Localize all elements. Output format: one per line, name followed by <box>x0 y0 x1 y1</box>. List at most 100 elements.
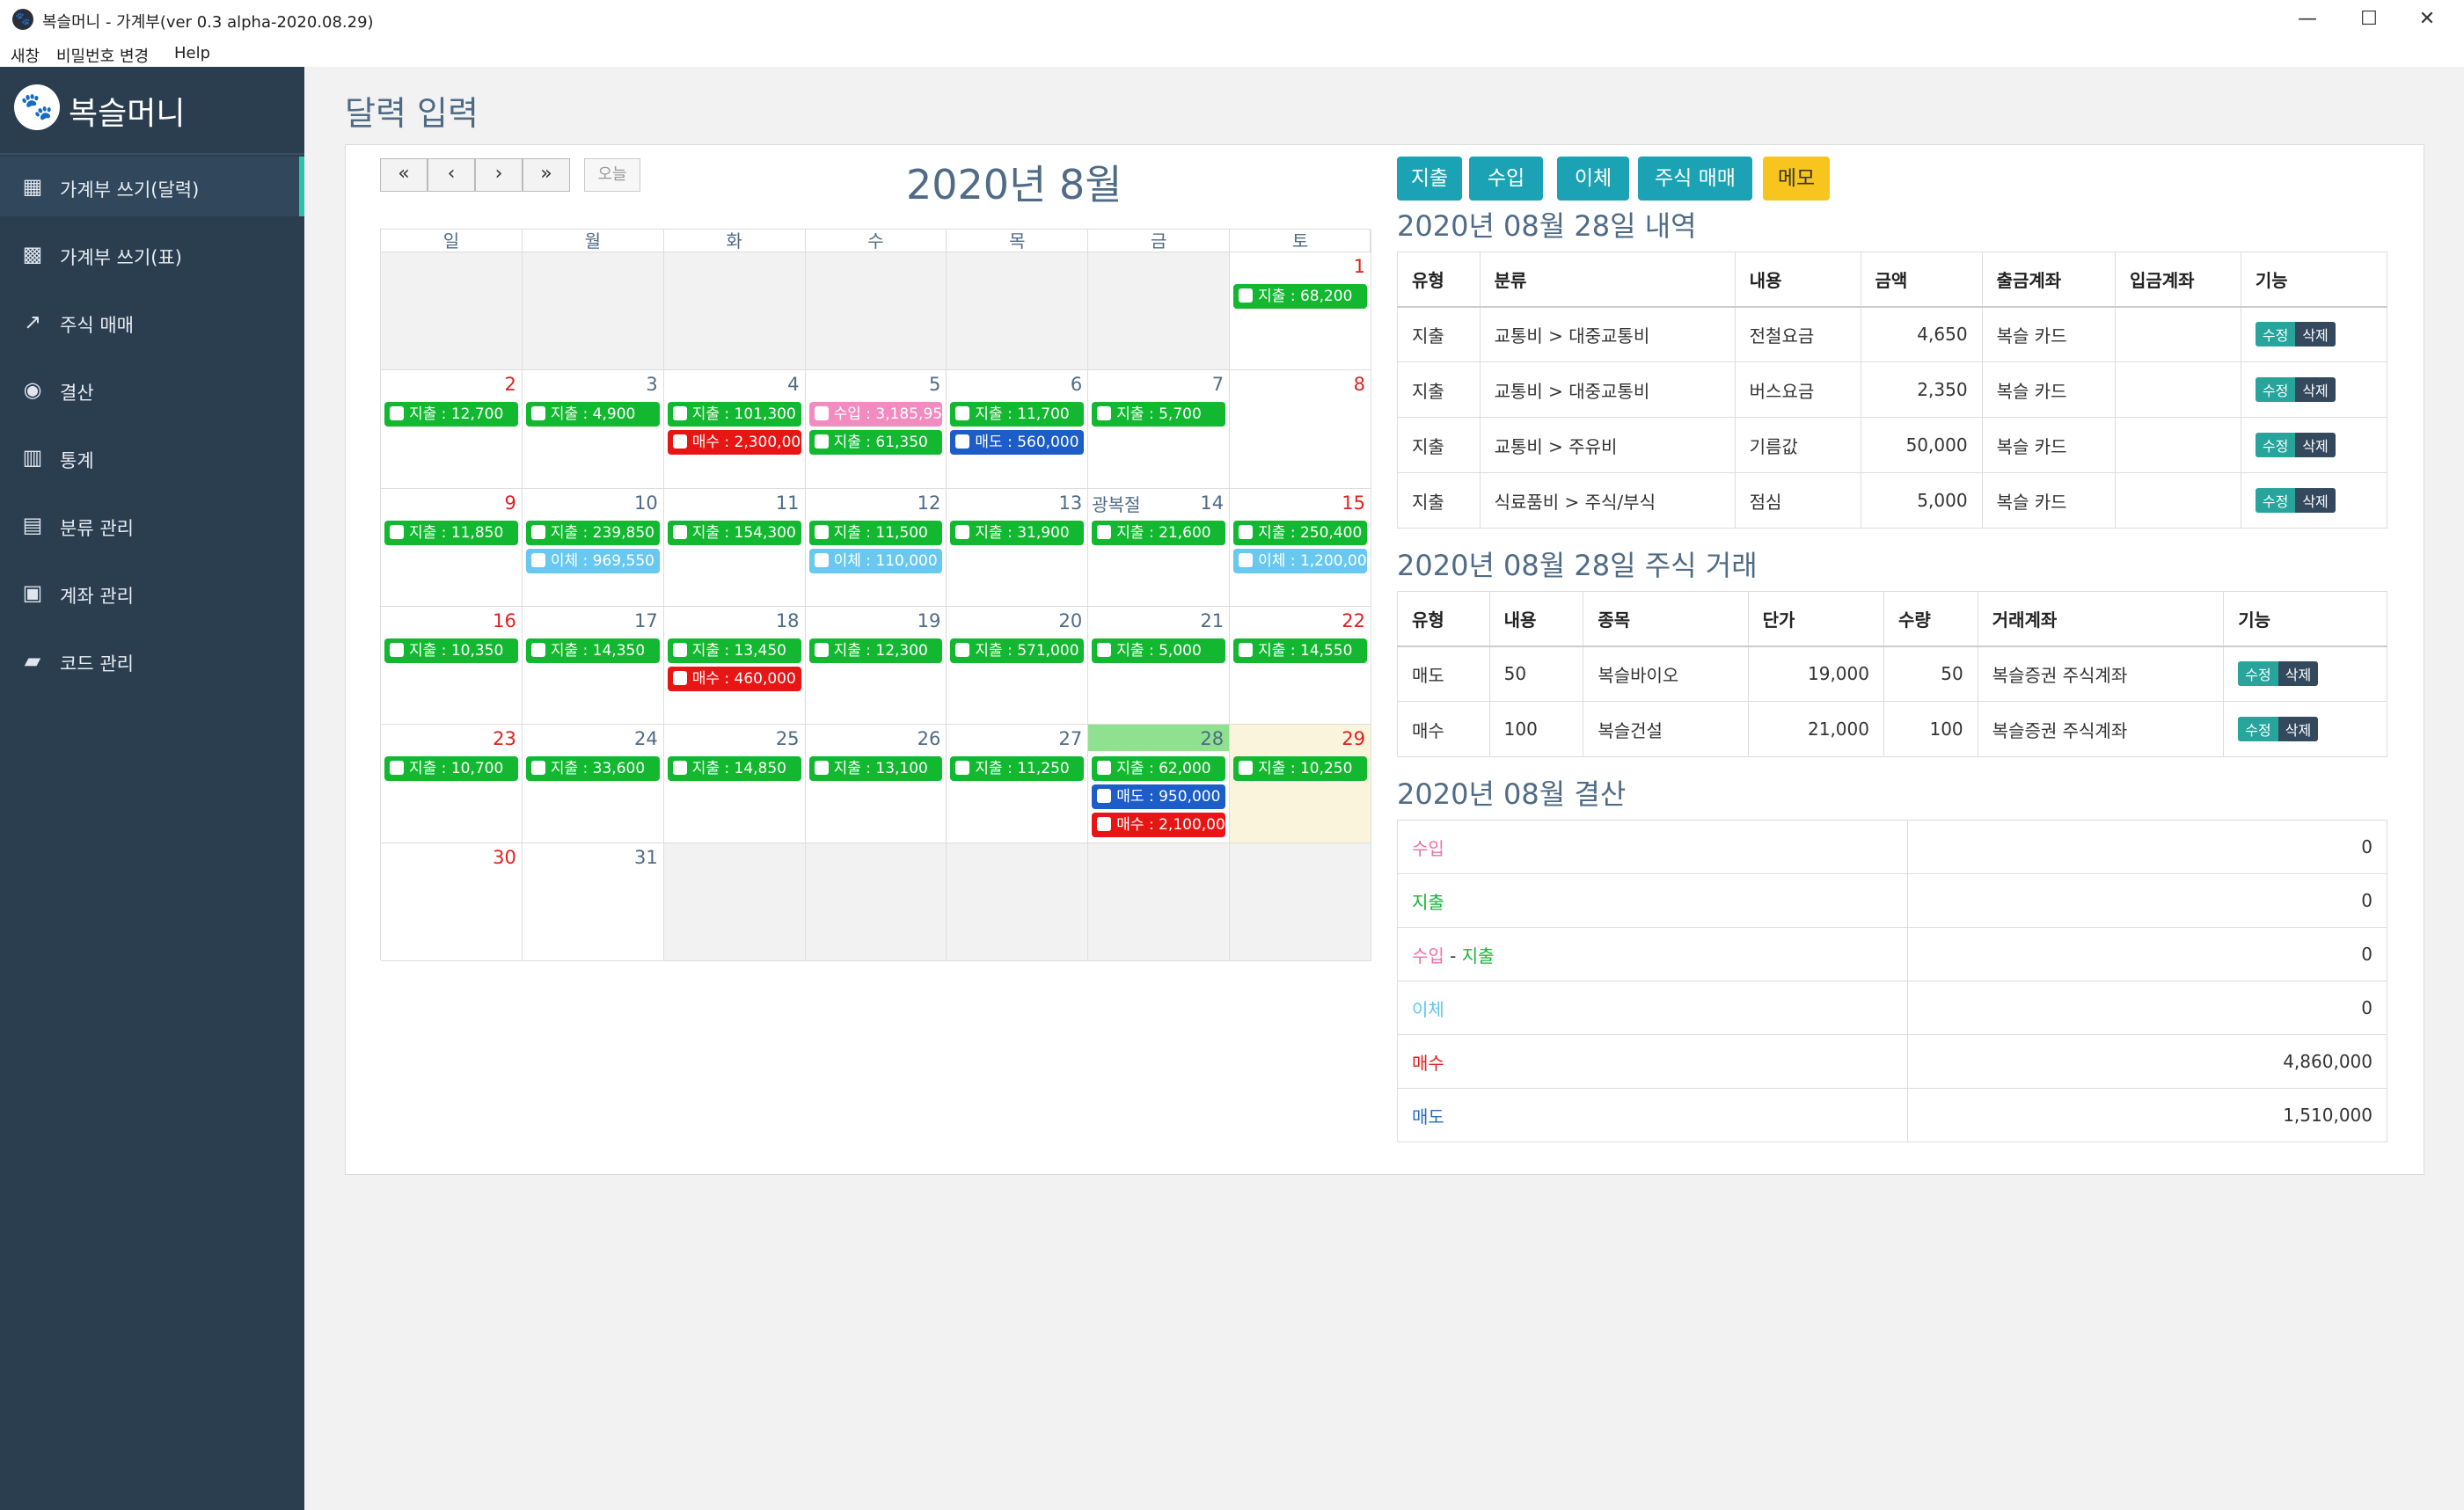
calendar-day-24[interactable]: 24 지출 : 33,600 <box>522 725 664 843</box>
delete-button[interactable]: 삭제 <box>2295 488 2336 513</box>
next-year-button[interactable]: » <box>523 158 570 192</box>
edit-button[interactable]: 수정 <box>2255 322 2296 347</box>
calendar-day-25[interactable]: 25 지출 : 14,850 <box>663 725 806 843</box>
calendar-day-31[interactable]: 31 <box>522 843 664 961</box>
event-expense[interactable]: 지출 : 10,700 <box>384 756 518 782</box>
menu-new-window[interactable]: 새창 <box>11 44 40 67</box>
calendar-day-16[interactable]: 16 지출 : 10,350 <box>381 607 523 726</box>
type-button-2[interactable]: 수입 <box>1469 157 1543 201</box>
calendar-day-18[interactable]: 18 지출 : 13,450 매수 : 460,000 <box>663 607 806 726</box>
calendar-day-6[interactable]: 6 지출 : 11,700 매도 : 560,000 <box>947 370 1089 489</box>
calendar-day-30[interactable]: 30 <box>381 843 523 961</box>
event-expense[interactable]: 지출 : 68,200 <box>1233 284 1367 309</box>
calendar-day-3[interactable]: 3 지출 : 4,900 <box>522 370 664 489</box>
event-income[interactable]: 수입 : 3,185,950 <box>808 402 943 427</box>
calendar-day-7[interactable]: 7 지출 : 5,700 <box>1088 370 1231 489</box>
edit-button[interactable]: 수정 <box>2238 717 2278 741</box>
type-button-5[interactable]: 메모 <box>1763 157 1830 201</box>
delete-button[interactable]: 삭제 <box>2278 717 2319 741</box>
table-row[interactable]: 매도 50 복슬바이오 19,000 50 복슬증권 주식계좌 수정 삭제 <box>1397 646 2387 702</box>
event-expense[interactable]: 지출 : 5,000 <box>1092 638 1226 663</box>
event-expense[interactable]: 지출 : 11,850 <box>384 520 518 545</box>
calendar-day-29[interactable]: 29 지출 : 10,250 <box>1230 725 1371 843</box>
event-expense[interactable]: 지출 : 11,500 <box>808 520 943 545</box>
event-transfer[interactable]: 이체 : 969,550 <box>525 548 660 573</box>
menu-change-password[interactable]: 비밀번호 변경 <box>56 44 149 67</box>
calendar-day-13[interactable]: 13 지출 : 31,900 <box>947 488 1089 607</box>
calendar-day-17[interactable]: 17 지출 : 14,350 <box>522 607 664 726</box>
event-sell[interactable]: 매도 : 560,000 <box>950 430 1085 456</box>
event-expense[interactable]: 지출 : 12,300 <box>808 638 943 663</box>
calendar-day-1[interactable]: 1 지출 : 68,200 <box>1230 252 1371 371</box>
event-expense[interactable]: 지출 : 61,350 <box>808 430 943 456</box>
event-sell[interactable]: 매도 : 950,000 <box>1092 784 1226 810</box>
sidebar-item-7[interactable]: ▣ 계좌 관리 <box>0 563 304 623</box>
event-expense[interactable]: 지출 : 11,250 <box>950 756 1085 782</box>
prev-year-button[interactable]: « <box>380 158 428 192</box>
event-buy[interactable]: 매수 : 460,000 <box>667 667 801 691</box>
type-button-3[interactable]: 이체 <box>1557 157 1629 201</box>
calendar-day-8[interactable]: 8 <box>1230 370 1371 489</box>
event-expense[interactable]: 지출 : 10,250 <box>1233 756 1367 782</box>
calendar-day-27[interactable]: 27 지출 : 11,250 <box>947 725 1089 843</box>
event-expense[interactable]: 지출 : 154,300 <box>667 520 801 545</box>
sidebar-brand[interactable]: 🐾 복슬머니 <box>0 67 304 155</box>
sidebar-item-5[interactable]: ▥ 통계 <box>0 427 304 487</box>
event-expense[interactable]: 지출 : 13,100 <box>808 756 943 782</box>
prev-month-button[interactable]: ‹ <box>428 158 475 192</box>
sidebar-item-1[interactable]: ▦ 가계부 쓰기(달력) <box>0 157 304 216</box>
event-transfer[interactable]: 이체 : 1,200,000 <box>1233 548 1367 573</box>
edit-button[interactable]: 수정 <box>2255 488 2296 513</box>
calendar-day-14[interactable]: 14 광복절 지출 : 21,600 <box>1088 488 1231 607</box>
event-expense[interactable]: 지출 : 5,700 <box>1092 402 1226 427</box>
event-expense[interactable]: 지출 : 14,550 <box>1233 638 1367 663</box>
calendar-day-20[interactable]: 20 지출 : 571,000 <box>947 607 1089 726</box>
delete-button[interactable]: 삭제 <box>2278 661 2319 687</box>
table-row[interactable]: 지출 교통비 > 대중교통비 버스요금 2,350 복슬 카드 수정 삭제 <box>1397 361 2388 418</box>
event-buy[interactable]: 매수 : 2,300,000 <box>667 430 801 456</box>
event-expense[interactable]: 지출 : 10,350 <box>384 638 518 663</box>
event-expense[interactable]: 지출 : 11,700 <box>950 402 1085 427</box>
event-expense[interactable]: 지출 : 33,600 <box>525 756 660 782</box>
sidebar-item-3[interactable]: ↗ 주식 매매 <box>0 292 304 352</box>
table-row[interactable]: 매수 100 복슬건설 21,000 100 복슬증권 주식계좌 수정 삭제 <box>1397 701 2387 757</box>
delete-button[interactable]: 삭제 <box>2295 377 2336 402</box>
calendar-day-26[interactable]: 26 지출 : 13,100 <box>805 725 947 843</box>
sidebar-item-2[interactable]: ▩ 가계부 쓰기(표) <box>0 224 304 284</box>
event-expense[interactable]: 지출 : 101,300 <box>667 402 801 427</box>
delete-button[interactable]: 삭제 <box>2295 322 2336 347</box>
calendar-day-4[interactable]: 4 지출 : 101,300 매수 : 2,300,000 <box>663 370 806 489</box>
calendar-day-10[interactable]: 10 지출 : 239,850 이체 : 969,550 <box>522 488 664 607</box>
event-expense[interactable]: 지출 : 21,600 <box>1092 520 1226 545</box>
sidebar-item-4[interactable]: ◉ 결산 <box>0 360 304 419</box>
event-expense[interactable]: 지출 : 239,850 <box>525 520 660 545</box>
calendar-day-28[interactable]: 28 지출 : 62,000 매도 : 950,000 매수 : 2,100,000 <box>1088 725 1231 843</box>
event-expense[interactable]: 지출 : 571,000 <box>950 638 1085 663</box>
type-button-4[interactable]: 주식 매매 <box>1638 157 1752 201</box>
event-buy[interactable]: 매수 : 2,100,000 <box>1092 813 1226 838</box>
event-expense[interactable]: 지출 : 31,900 <box>950 520 1085 545</box>
calendar-day-5[interactable]: 5 수입 : 3,185,950 지출 : 61,350 <box>805 370 947 489</box>
type-button-1[interactable]: 지출 <box>1397 157 1462 201</box>
sidebar-item-6[interactable]: ▤ 분류 관리 <box>0 495 304 555</box>
calendar-day-22[interactable]: 22 지출 : 14,550 <box>1230 607 1371 726</box>
calendar-day-11[interactable]: 11 지출 : 154,300 <box>663 488 806 607</box>
calendar-day-2[interactable]: 2 지출 : 12,700 <box>381 370 523 489</box>
event-expense[interactable]: 지출 : 12,700 <box>384 402 518 427</box>
event-expense[interactable]: 지출 : 13,450 <box>667 638 801 663</box>
table-row[interactable]: 지출 교통비 > 대중교통비 전철요금 4,650 복슬 카드 수정 삭제 <box>1397 306 2388 362</box>
event-expense[interactable]: 지출 : 62,000 <box>1092 756 1226 782</box>
edit-button[interactable]: 수정 <box>2255 377 2296 402</box>
calendar-day-23[interactable]: 23 지출 : 10,700 <box>381 725 523 843</box>
calendar-day-12[interactable]: 12 지출 : 11,500 이체 : 110,000 <box>805 488 947 607</box>
edit-button[interactable]: 수정 <box>2238 661 2278 687</box>
today-button[interactable]: 오늘 <box>584 158 640 192</box>
event-expense[interactable]: 지출 : 250,400 <box>1233 520 1367 545</box>
event-expense[interactable]: 지출 : 4,900 <box>525 402 660 427</box>
menu-help[interactable]: Help <box>174 44 210 62</box>
sidebar-item-8[interactable]: ▰ 코드 관리 <box>0 631 304 690</box>
table-row[interactable]: 지출 식료품비 > 주식/부식 점심 5,000 복슬 카드 수정 삭제 <box>1397 472 2388 529</box>
event-expense[interactable]: 지출 : 14,850 <box>667 756 801 782</box>
table-row[interactable]: 지출 교통비 > 주유비 기름값 50,000 복슬 카드 수정 삭제 <box>1397 417 2388 473</box>
calendar-day-21[interactable]: 21 지출 : 5,000 <box>1088 607 1231 726</box>
